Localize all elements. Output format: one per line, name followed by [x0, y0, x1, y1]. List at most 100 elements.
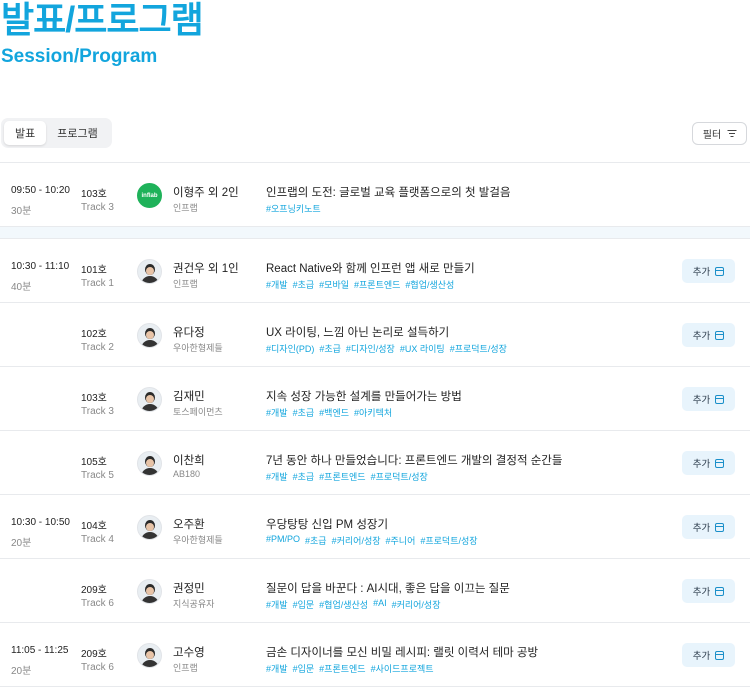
add-label: 추가 [692, 587, 711, 598]
session-tag[interactable]: #입문 [293, 598, 315, 611]
session-tag[interactable]: #개발 [266, 598, 288, 611]
session-track: Track 6 [81, 598, 114, 609]
session-row[interactable]: 105호 Track 5 이찬희 AB180 7년 동안 하나 만들었습니다: 프론트엔… [0, 431, 750, 495]
session-tag[interactable]: #커리어/성장 [332, 534, 381, 547]
tab-program[interactable]: 프로그램 [46, 121, 108, 145]
session-duration: 20분 [11, 666, 32, 677]
page-title: 발표/프로그램 [1, 0, 204, 40]
speaker-avatar: inflab [137, 183, 162, 208]
session-tag[interactable]: #입문 [293, 662, 315, 675]
add-to-calendar-button[interactable]: 추가 [682, 579, 735, 603]
calendar-icon [715, 458, 725, 468]
session-title[interactable]: 지속 성장 가능한 설계를 만들어가는 방법 [266, 388, 462, 404]
calendar-icon [715, 394, 725, 404]
session-time: 09:50 - 10:20 [11, 185, 70, 196]
session-tags: #개발 #입문 #협업/생산성 #AI #커리어/성장 [266, 598, 440, 611]
speaker-avatar [137, 387, 162, 412]
add-label: 추가 [692, 267, 711, 278]
session-title[interactable]: 7년 동안 하나 만들었습니다: 프론트엔드 개발의 결정적 순간들 [266, 452, 562, 468]
session-tag[interactable]: #주니어 [386, 534, 416, 547]
session-tag[interactable]: #협업/생산성 [319, 598, 368, 611]
session-tag[interactable]: #개발 [266, 278, 288, 291]
session-title[interactable]: React Native와 함께 인프런 앱 새로 만들기 [266, 260, 475, 276]
add-to-calendar-button[interactable]: 추가 [682, 643, 735, 667]
session-tag[interactable]: #UX 라이팅 [400, 342, 445, 355]
session-row[interactable]: 10:30 - 10:50 20분 104호 Track 4 오주환 우아한형제들 우당탕탕… [0, 495, 750, 559]
add-to-calendar-button[interactable]: 추가 [682, 387, 735, 411]
speaker-avatar [137, 259, 162, 284]
calendar-icon [715, 266, 725, 276]
session-tag[interactable]: #초급 [293, 470, 315, 483]
session-row[interactable]: 103호 Track 3 김재민 토스페이먼츠 지속 성장 가능한 설계를 만들어가는 … [0, 367, 750, 431]
speaker-name: 유다정 [173, 327, 205, 339]
session-tag[interactable]: #프로덕트/성장 [420, 534, 477, 547]
add-to-calendar-button[interactable]: 추가 [682, 323, 735, 347]
session-tags: #오프닝키노트 [266, 202, 321, 215]
session-tag[interactable]: #디자인/성장 [346, 342, 395, 355]
session-duration: 20분 [11, 538, 32, 549]
session-tag[interactable]: #프로덕트/성장 [371, 470, 428, 483]
session-row[interactable]: 102호 Track 2 유다정 우아한형제들 UX 라이팅, 느낌 아닌 논리로 설득… [0, 303, 750, 367]
session-row[interactable]: 11:05 - 11:25 20분 209호 Track 6 고수영 인프랩 금손 디자이너… [0, 623, 750, 687]
speaker-name: 이형주 외 2인 [173, 187, 239, 199]
session-title[interactable]: 금손 디자이너를 모신 비밀 레시피: 랠릿 이력서 테마 공방 [266, 644, 538, 660]
session-tags: #개발 #입문 #프론트엔드 #사이드프로젝트 [266, 662, 434, 675]
session-list: 09:50 - 10:20 30분 103호 Track 3 inflab 이형주 외 2… [0, 162, 750, 687]
session-title[interactable]: 인프랩의 도전: 글로벌 교육 플랫폼으로의 첫 발걸음 [266, 184, 511, 200]
session-title[interactable]: 질문이 답을 바꾼다 : AI시대, 좋은 답을 이끄는 질문 [266, 580, 510, 596]
speaker-avatar [137, 643, 162, 668]
session-tag[interactable]: #AI [373, 598, 387, 611]
speaker-avatar [137, 451, 162, 476]
session-tag[interactable]: #초급 [293, 406, 315, 419]
session-tag[interactable]: #개발 [266, 662, 288, 675]
filter-button[interactable]: 필터 [692, 122, 747, 145]
session-tag[interactable]: #사이드프로젝트 [371, 662, 434, 675]
session-tag[interactable]: #초급 [293, 278, 315, 291]
session-row[interactable]: 209호 Track 6 권정민 지식공유자 질문이 답을 바꾼다 : AI시대, 좋은… [0, 559, 750, 623]
filter-icon [727, 130, 737, 138]
speaker-name: 김재민 [173, 391, 205, 403]
speaker-org: 인프랩 [173, 663, 198, 673]
session-tag[interactable]: #프로덕트/성장 [450, 342, 507, 355]
session-tag[interactable]: #아키텍처 [354, 406, 392, 419]
session-tag[interactable]: #PM/PO [266, 534, 300, 547]
session-tag[interactable]: #개발 [266, 470, 288, 483]
session-tag[interactable]: #초급 [319, 342, 341, 355]
session-tag[interactable]: #협업/생산성 [405, 278, 454, 291]
session-tag[interactable]: #백엔드 [319, 406, 349, 419]
session-tag[interactable]: #오프닝키노트 [266, 202, 321, 215]
session-tag[interactable]: #커리어/성장 [392, 598, 441, 611]
add-to-calendar-button[interactable]: 추가 [682, 259, 735, 283]
session-tag[interactable]: #개발 [266, 406, 288, 419]
session-row[interactable]: 10:30 - 11:10 40분 101호 Track 1 권건우 외 1인 인프랩 Re… [0, 239, 750, 303]
session-room: 209호 [81, 649, 107, 660]
session-tag[interactable]: #프론트엔드 [354, 278, 400, 291]
speaker-avatar [137, 323, 162, 348]
session-tags: #개발 #초급 #프론트엔드 #프로덕트/성장 [266, 470, 428, 483]
session-tag[interactable]: #초급 [305, 534, 327, 547]
session-time: 10:30 - 11:10 [11, 261, 70, 272]
speaker-name: 이찬희 [173, 455, 205, 467]
session-tags: #개발 #초급 #모바일 #프론트엔드 #협업/생산성 [266, 278, 454, 291]
page-subtitle: Session/Program [1, 46, 158, 67]
tab-session[interactable]: 발표 [4, 121, 47, 145]
speaker-org: 우아한형제들 [173, 343, 223, 353]
session-tag[interactable]: #프론트엔드 [319, 662, 365, 675]
session-row[interactable]: 09:50 - 10:20 30분 103호 Track 3 inflab 이형주 외 2… [0, 163, 750, 227]
session-tag[interactable]: #프론트엔드 [319, 470, 365, 483]
add-to-calendar-button[interactable]: 추가 [682, 515, 735, 539]
add-label: 추가 [692, 459, 711, 470]
speaker-org: 지식공유자 [173, 599, 215, 609]
add-to-calendar-button[interactable]: 추가 [682, 451, 735, 475]
add-label: 추가 [692, 331, 711, 342]
session-tags: #PM/PO #초급 #커리어/성장 #주니어 #프로덕트/성장 [266, 534, 478, 547]
session-duration: 30분 [11, 206, 32, 217]
speaker-name: 오주환 [173, 519, 205, 531]
session-tag[interactable]: #디자인(PD) [266, 342, 314, 355]
session-title[interactable]: UX 라이팅, 느낌 아닌 논리로 설득하기 [266, 324, 449, 340]
add-label: 추가 [692, 523, 711, 534]
session-title[interactable]: 우당탕탕 신입 PM 성장기 [266, 516, 388, 532]
session-tag[interactable]: #모바일 [319, 278, 349, 291]
session-time: 11:05 - 11:25 [11, 645, 69, 656]
session-room: 103호 [81, 393, 107, 404]
